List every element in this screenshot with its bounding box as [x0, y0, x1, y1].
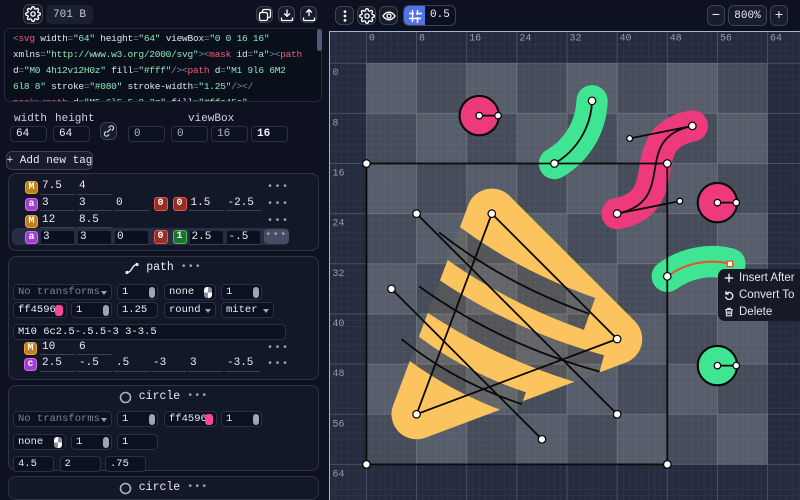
svg-text:24: 24: [332, 218, 344, 229]
svg-text:48: 48: [670, 32, 682, 43]
svg-text:32: 32: [332, 268, 344, 279]
svg-text:48: 48: [332, 368, 344, 379]
svg-text:24: 24: [519, 32, 531, 43]
svg-text:8: 8: [332, 117, 338, 128]
svg-text:0: 0: [369, 32, 375, 43]
svg-text:8: 8: [419, 32, 425, 43]
svg-text:64: 64: [332, 468, 344, 479]
svg-text:56: 56: [720, 32, 732, 43]
svg-text:56: 56: [332, 418, 344, 429]
svg-text:64: 64: [770, 32, 782, 43]
svg-text:0: 0: [332, 67, 338, 78]
svg-text:40: 40: [332, 318, 344, 329]
svg-text:32: 32: [569, 32, 581, 43]
svg-text:16: 16: [332, 167, 344, 178]
svg-text:40: 40: [620, 32, 632, 43]
svg-text:16: 16: [469, 32, 481, 43]
